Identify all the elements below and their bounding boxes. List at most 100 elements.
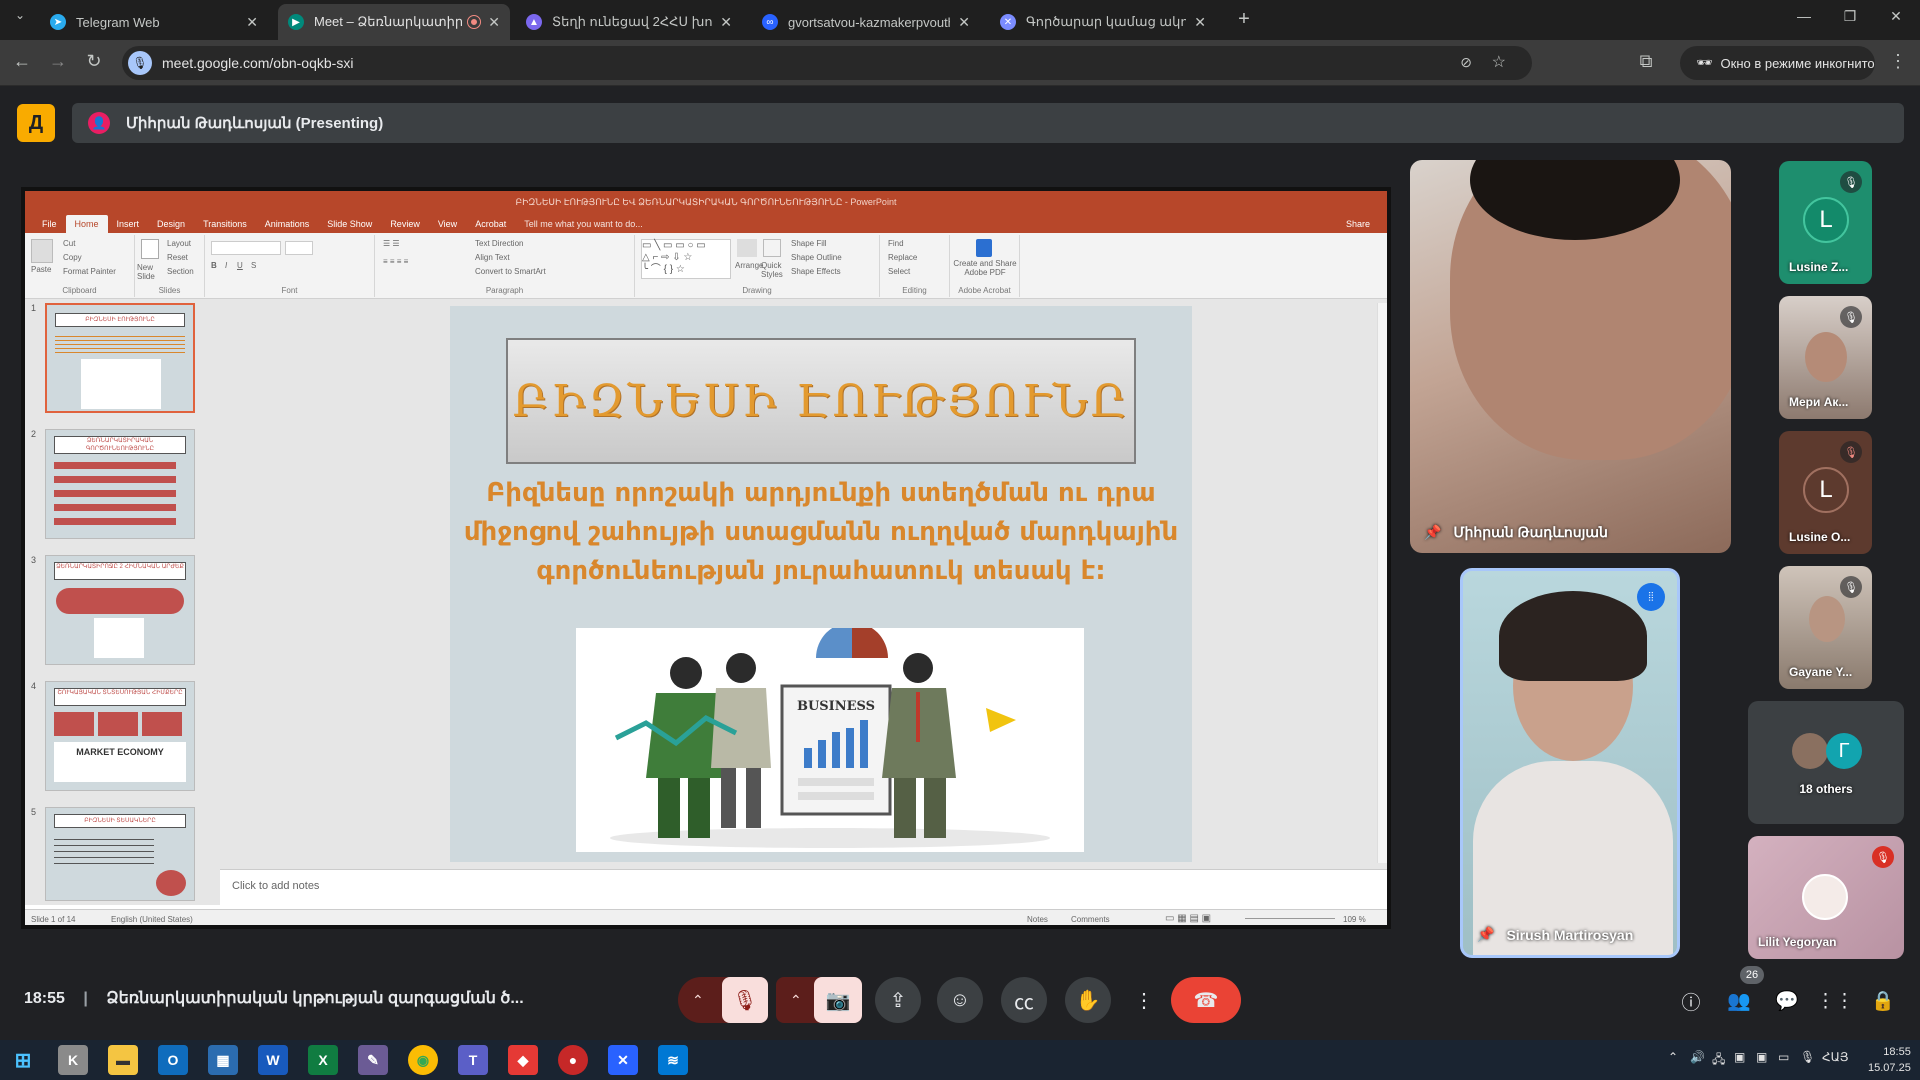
tab-search-icon[interactable]: ⌄ — [8, 8, 32, 22]
font-name-field[interactable] — [211, 241, 281, 255]
align-icon[interactable]: ≡ ≡ ≡ ≡ — [383, 257, 408, 266]
excel-icon[interactable]: X — [308, 1045, 338, 1075]
leave-call-button[interactable]: ☎ — [1171, 977, 1241, 1023]
network-icon[interactable]: 🖧 — [1712, 1050, 1725, 1071]
eye-off-icon[interactable]: ⊘ — [1460, 54, 1472, 71]
input-language[interactable]: ՀԱՅ — [1822, 1050, 1849, 1064]
find-button[interactable]: Find — [888, 239, 904, 248]
tray-chevron-icon[interactable]: ⌃ — [1668, 1050, 1678, 1064]
slide-business-illustration[interactable]: BUSINESS — [576, 622, 1084, 852]
shapes-gallery[interactable]: ▭ ╲ ▭ ▭ ○ ▭ △ ⌐ ⇨ ⇩ ☆ ╰ ⌒ { } ☆ — [641, 239, 731, 279]
ribbon-tab-home[interactable]: Home — [65, 215, 108, 233]
chevron-up-icon[interactable]: ⌃ — [790, 992, 802, 1009]
chrome-icon[interactable]: ◉ — [408, 1045, 438, 1075]
slide-body-text[interactable]: Բիզնեսը որոշակի արդյունքի ստեղծման ու դր… — [460, 474, 1182, 591]
ribbon-tab-file[interactable]: File — [33, 215, 66, 233]
word-icon[interactable]: W — [258, 1045, 288, 1075]
text-direction-button[interactable]: Text Direction — [475, 239, 523, 248]
captions-button[interactable]: ㏄ — [1001, 977, 1047, 1023]
slide-thumbnail-4[interactable]: ՇՈՒԿԱՅԱԿԱՆ ՏՆՏԵՍՈՒԹՅԱՆ ՀԻՄՔԵՐԸ MARKET EC… — [45, 681, 195, 791]
outlook-icon[interactable]: O — [158, 1045, 188, 1075]
mic-control[interactable]: ⌃ 🎙 — [678, 977, 768, 1023]
side-tile-lusine-z[interactable]: 🎙 L Lusine Z... — [1779, 161, 1872, 284]
windows-start-icon[interactable]: ⊞ — [8, 1045, 38, 1075]
arrange-icon[interactable] — [737, 239, 757, 257]
replace-button[interactable]: Replace — [888, 253, 917, 262]
restore-icon[interactable]: ❐ — [1838, 8, 1862, 25]
window-close-icon[interactable]: ✕ — [1884, 8, 1908, 25]
microphone-tray-icon[interactable]: 🎙 — [1800, 1050, 1815, 1064]
back-icon[interactable]: ← — [10, 51, 34, 72]
reactions-button[interactable]: ☺ — [937, 977, 983, 1023]
zoom-level[interactable]: 109 % — [1343, 915, 1366, 924]
mic-off-icon[interactable]: 🎙 — [722, 977, 768, 1023]
app-icon[interactable]: ◆ — [508, 1045, 538, 1075]
reset-button[interactable]: Reset — [167, 253, 188, 262]
tab-meet[interactable]: ▶ Meet – Ձեռնարկատիրակ ✕ — [278, 4, 510, 40]
close-icon[interactable]: ✕ — [246, 14, 258, 31]
forward-icon[interactable]: → — [46, 51, 70, 72]
pin-icon[interactable]: 📌 — [1424, 524, 1441, 541]
side-tile-lilit[interactable]: 🎙 Lilit Yegoryan — [1748, 836, 1904, 959]
recorder-icon[interactable]: ● — [558, 1045, 588, 1075]
chat-icon[interactable]: 💬 — [1772, 986, 1802, 1016]
side-tile-meri[interactable]: 🎙 Мери Ак... — [1779, 296, 1872, 419]
convert-smartart-button[interactable]: Convert to SmartArt — [475, 267, 546, 276]
more-options-button[interactable]: ⋮ — [1129, 977, 1159, 1023]
ribbon-tab-acrobat[interactable]: Acrobat — [466, 215, 515, 233]
activities-icon[interactable]: ⋮⋮ — [1816, 986, 1854, 1016]
ribbon-tab-animations[interactable]: Animations — [256, 215, 319, 233]
underline-button[interactable]: U — [237, 261, 243, 270]
side-tile-others[interactable]: Г 18 others — [1748, 701, 1904, 824]
font-size-field[interactable] — [285, 241, 313, 255]
notes-toggle[interactable]: Notes — [1027, 915, 1048, 924]
slide-edit-area[interactable]: ԲԻԶՆԵՍԻ ԷՈՒԹՅՈՒՆԸ Բիզնեսը որոշակի արդյու… — [220, 299, 1387, 869]
ribbon-tab-slideshow[interactable]: Slide Show — [318, 215, 381, 233]
video-tile-presenter[interactable]: 📌 Միհրան Թադևոսյան — [1410, 160, 1731, 553]
tab-club[interactable]: ✕ Գործարար կամաց ակումբ ✕ — [990, 4, 1216, 40]
reload-icon[interactable]: ↻ — [82, 51, 106, 72]
app-tray-icon[interactable]: ▣ — [1756, 1050, 1767, 1064]
new-slide-button[interactable]: New Slide — [137, 263, 163, 281]
comments-toggle[interactable]: Comments — [1071, 915, 1110, 924]
app-icon[interactable]: ✕ — [608, 1045, 638, 1075]
format-painter-button[interactable]: Format Painter — [63, 267, 116, 276]
layout-button[interactable]: Layout — [167, 239, 191, 248]
present-screen-button[interactable]: ⇪ — [875, 977, 921, 1023]
extensions-icon[interactable]: ⧉ — [1634, 51, 1658, 72]
volume-icon[interactable]: 🔊 — [1690, 1050, 1705, 1064]
current-slide[interactable]: ԲԻԶՆԵՍԻ ԷՈՒԹՅՈՒՆԸ Բիզնեսը որոշակի արդյու… — [450, 306, 1192, 862]
side-tile-gayane[interactable]: 🎙 Gayane Y... — [1779, 566, 1872, 689]
arrange-button[interactable]: Arrange — [735, 261, 763, 270]
url-field[interactable]: 🎙 meet.google.com/obn-oqkb-sxi ⊘ ☆ — [122, 46, 1532, 80]
close-icon[interactable]: ✕ — [720, 14, 732, 31]
shape-effects-button[interactable]: Shape Effects — [791, 267, 841, 276]
bullets-icon[interactable]: ☰ ☰ — [383, 239, 400, 248]
file-explorer-icon[interactable]: ▬ — [108, 1045, 138, 1075]
copy-button[interactable]: Copy — [63, 253, 82, 262]
video-tile-speaker[interactable]: ⦙⦙ 📌 Sirush Martirosyan — [1460, 568, 1680, 958]
shadow-button[interactable]: S — [251, 261, 256, 270]
slide-thumbnail-1[interactable]: ԲԻԶՆԵՍԻ ԷՈՒԹՅՈՒՆԸ — [45, 303, 195, 413]
slide-thumbnail-2[interactable]: ՁԵՌՆԱՐԿԱՏԻՐԱԿԱՆ ԳՈՐԾՈՒՆԵՈՒԹՅՈՒՆԸ — [45, 429, 195, 539]
ribbon-tab-insert[interactable]: Insert — [108, 215, 149, 233]
people-icon[interactable]: 👥 — [1724, 986, 1754, 1016]
teams-icon[interactable]: T — [458, 1045, 488, 1075]
pin-icon[interactable]: 📌 — [1477, 926, 1494, 943]
paste-icon[interactable] — [31, 239, 53, 263]
minimize-icon[interactable]: — — [1792, 8, 1816, 24]
select-button[interactable]: Select — [888, 267, 910, 276]
ribbon-tab-design[interactable]: Design — [148, 215, 194, 233]
host-controls-icon[interactable]: 🔒 — [1868, 986, 1898, 1016]
tell-me-search[interactable]: Tell me what you want to do... — [515, 215, 652, 233]
pdf-icon[interactable] — [976, 239, 992, 257]
browser-menu-icon[interactable]: ⋮ — [1886, 51, 1910, 72]
new-slide-icon[interactable] — [141, 239, 159, 259]
paste-button[interactable]: Paste — [31, 265, 51, 274]
bold-button[interactable]: B — [211, 261, 217, 270]
new-tab-button[interactable]: + — [1232, 8, 1256, 31]
quick-styles-icon[interactable] — [763, 239, 781, 257]
ribbon-tab-transitions[interactable]: Transitions — [194, 215, 256, 233]
calculator-icon[interactable]: ▦ — [208, 1045, 238, 1075]
shape-outline-button[interactable]: Shape Outline — [791, 253, 842, 262]
